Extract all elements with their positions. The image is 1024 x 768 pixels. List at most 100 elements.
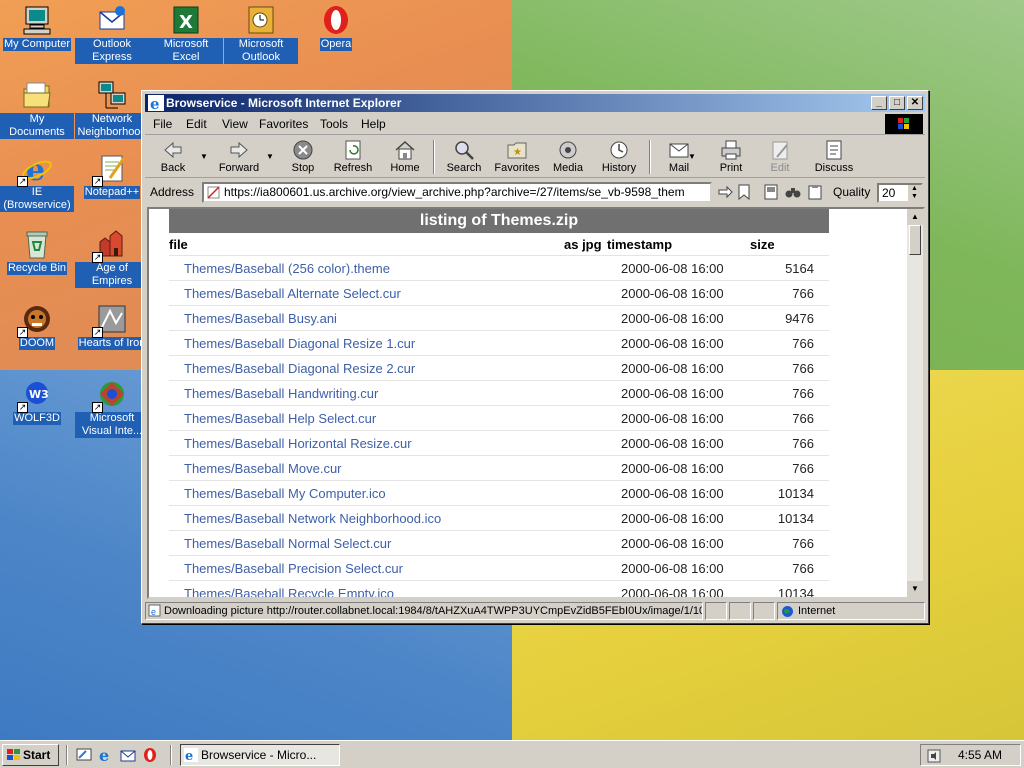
toolbar: Back ▼ Forward ▼ Stop Refresh Home Searc… xyxy=(145,136,925,178)
svg-text:e: e xyxy=(151,607,156,617)
start-button[interactable]: Start xyxy=(2,744,59,766)
file-link[interactable]: Themes/Baseball Busy.ani xyxy=(184,306,337,331)
taskbar-button-browservice[interactable]: e Browservice - Micro... xyxy=(180,744,340,766)
desktop-icon-network-neighborhood[interactable]: Network Neighborhood xyxy=(75,79,149,139)
go-arrow-icon[interactable] xyxy=(717,184,733,203)
desktop-icon-microsoft-excel[interactable]: X Microsoft Excel xyxy=(149,4,223,64)
desktop-icon-notepad-plus-plus[interactable]: ↗ Notepad++ xyxy=(75,152,149,199)
desktop-icon-label: My Computer xyxy=(2,38,72,51)
menu-file[interactable]: File xyxy=(153,117,172,131)
doom-icon: ↗ xyxy=(17,303,53,338)
wolf3d-icon: W3 ↗ xyxy=(17,378,53,413)
file-link[interactable]: Themes/Baseball Network Neighborhood.ico xyxy=(184,506,441,531)
favorites-button[interactable]: ★ Favorites xyxy=(491,138,543,176)
clipboard-icon[interactable] xyxy=(807,184,823,203)
print-button[interactable]: Print xyxy=(711,138,751,176)
file-link[interactable]: Themes/Baseball Normal Select.cur xyxy=(184,531,391,556)
back-button[interactable]: Back xyxy=(151,138,195,176)
show-desktop-icon[interactable] xyxy=(76,747,92,763)
stop-icon xyxy=(292,139,314,161)
size-cell: 766 xyxy=(792,286,814,301)
title-bar[interactable]: e Browservice - Microsoft Internet Explo… xyxy=(145,94,925,113)
edit-button: Edit xyxy=(763,138,797,176)
timestamp-cell: 2000-06-08 16:00 xyxy=(621,461,724,476)
menu-view[interactable]: View xyxy=(222,117,248,131)
system-tray: 4:55 AM xyxy=(920,744,1021,766)
file-link[interactable]: Themes/Baseball (256 color).theme xyxy=(184,256,390,281)
printer-icon xyxy=(720,139,742,161)
internet-explorer-quicklaunch-icon[interactable]: e xyxy=(98,746,114,765)
file-link[interactable]: Themes/Baseball Handwriting.cur xyxy=(184,381,378,406)
file-link[interactable]: Themes/Baseball Precision Select.cur xyxy=(184,556,403,581)
desktop-icon-doom[interactable]: ↗ DOOM xyxy=(0,303,74,350)
volume-tray-icon[interactable] xyxy=(926,748,942,764)
desktop-icon-age-of-empires[interactable]: ↗ Age of Empires xyxy=(75,228,149,288)
refresh-button[interactable]: Refresh xyxy=(331,138,375,176)
file-link[interactable]: Themes/Baseball My Computer.ico xyxy=(184,481,386,506)
clock[interactable]: 4:55 AM xyxy=(958,745,1002,765)
menu-favorites[interactable]: Favorites xyxy=(259,117,308,131)
history-button[interactable]: History xyxy=(596,138,642,176)
forward-button[interactable]: Forward xyxy=(213,138,265,176)
file-link[interactable]: Themes/Baseball Move.cur xyxy=(184,456,342,481)
forward-dropdown-icon[interactable]: ▼ xyxy=(266,152,274,161)
table-row: Themes/Baseball Diagonal Resize 2.cur 200… xyxy=(169,356,829,381)
media-button[interactable]: Media xyxy=(547,138,589,176)
table-row: Themes/Baseball Recycle Empty.ico 2000-06… xyxy=(169,581,829,597)
desktop-icon-microsoft-outlook[interactable]: Microsoft Outlook xyxy=(224,4,298,64)
table-row: Themes/Baseball Move.cur 2000-06-08 16:00… xyxy=(169,456,829,481)
bookmark-icon[interactable] xyxy=(737,184,751,203)
file-link[interactable]: Themes/Baseball Help Select.cur xyxy=(184,406,376,431)
search-button[interactable]: Search xyxy=(441,138,487,176)
refresh-icon xyxy=(342,139,364,161)
mail-dropdown-icon[interactable]: ▼ xyxy=(688,152,696,161)
file-link[interactable]: Themes/Baseball Diagonal Resize 2.cur xyxy=(184,356,415,381)
home-button[interactable]: Home xyxy=(385,138,425,176)
status-bar: e Downloading picture http://router.coll… xyxy=(145,602,925,620)
edit-pencil-icon xyxy=(769,139,791,161)
archive-listing: listing of Themes.zip file as jpg timest… xyxy=(169,209,829,597)
timestamp-cell: 2000-06-08 16:00 xyxy=(621,336,724,351)
desktop-icon-outlook-express[interactable]: Outlook Express xyxy=(75,4,149,64)
page-icon[interactable] xyxy=(763,184,779,203)
maximize-button[interactable]: □ xyxy=(889,96,905,110)
table-row: Themes/Baseball Help Select.cur 2000-06-0… xyxy=(169,406,829,431)
opera-quicklaunch-icon[interactable] xyxy=(142,747,158,763)
stop-button[interactable]: Stop xyxy=(283,138,323,176)
quality-spinner[interactable]: 20 ▲ ▼ xyxy=(877,183,923,203)
desktop-icon-recycle-bin[interactable]: Recycle Bin xyxy=(0,228,74,275)
spin-up-icon[interactable]: ▲ xyxy=(908,185,921,193)
desktop-icon-wolf3d[interactable]: W3 ↗ WOLF3D xyxy=(0,378,74,425)
scroll-down-icon[interactable]: ▼ xyxy=(907,581,923,597)
mail-icon xyxy=(668,139,690,161)
spin-down-icon[interactable]: ▼ xyxy=(908,193,921,201)
menu-help[interactable]: Help xyxy=(361,117,386,131)
menu-edit[interactable]: Edit xyxy=(186,117,207,131)
address-input[interactable]: https://ia800601.us.archive.org/view_arc… xyxy=(202,182,712,203)
desktop-icon-my-computer[interactable]: My Computer xyxy=(0,4,74,51)
scroll-up-icon[interactable]: ▲ xyxy=(907,209,923,225)
binoculars-icon[interactable] xyxy=(785,184,801,203)
table-row: Themes/Baseball Network Neighborhood.ico… xyxy=(169,506,829,531)
file-link[interactable]: Themes/Baseball Diagonal Resize 1.cur xyxy=(184,331,415,356)
internet-explorer-icon: e ↗ xyxy=(17,152,53,188)
size-cell: 10134 xyxy=(777,486,814,501)
minimize-button[interactable]: _ xyxy=(871,96,887,110)
recycle-bin-icon xyxy=(21,228,53,260)
scroll-thumb[interactable] xyxy=(909,225,921,255)
close-button[interactable]: ✕ xyxy=(907,96,923,110)
file-link[interactable]: Themes/Baseball Recycle Empty.ico xyxy=(184,581,394,597)
menu-tools[interactable]: Tools xyxy=(320,117,348,131)
file-link[interactable]: Themes/Baseball Horizontal Resize.cur xyxy=(184,431,412,456)
vertical-scrollbar[interactable]: ▲ ▼ xyxy=(907,209,923,597)
desktop-icon-ie-browservice[interactable]: e ↗ IE (Browservice) xyxy=(0,152,74,212)
outlook-express-quicklaunch-icon[interactable] xyxy=(120,747,136,763)
address-label: Address xyxy=(150,185,195,199)
desktop-icon-microsoft-visual-interdev[interactable]: ↗ Microsoft Visual Inte... xyxy=(75,378,149,438)
desktop-icon-opera[interactable]: Opera xyxy=(299,4,373,51)
desktop-icon-hearts-of-iron[interactable]: ↗ Hearts of Iron xyxy=(75,303,149,350)
back-dropdown-icon[interactable]: ▼ xyxy=(200,152,208,161)
file-link[interactable]: Themes/Baseball Alternate Select.cur xyxy=(184,281,401,306)
discuss-button[interactable]: Discuss xyxy=(811,138,857,176)
desktop-icon-my-documents[interactable]: My Documents xyxy=(0,79,74,139)
